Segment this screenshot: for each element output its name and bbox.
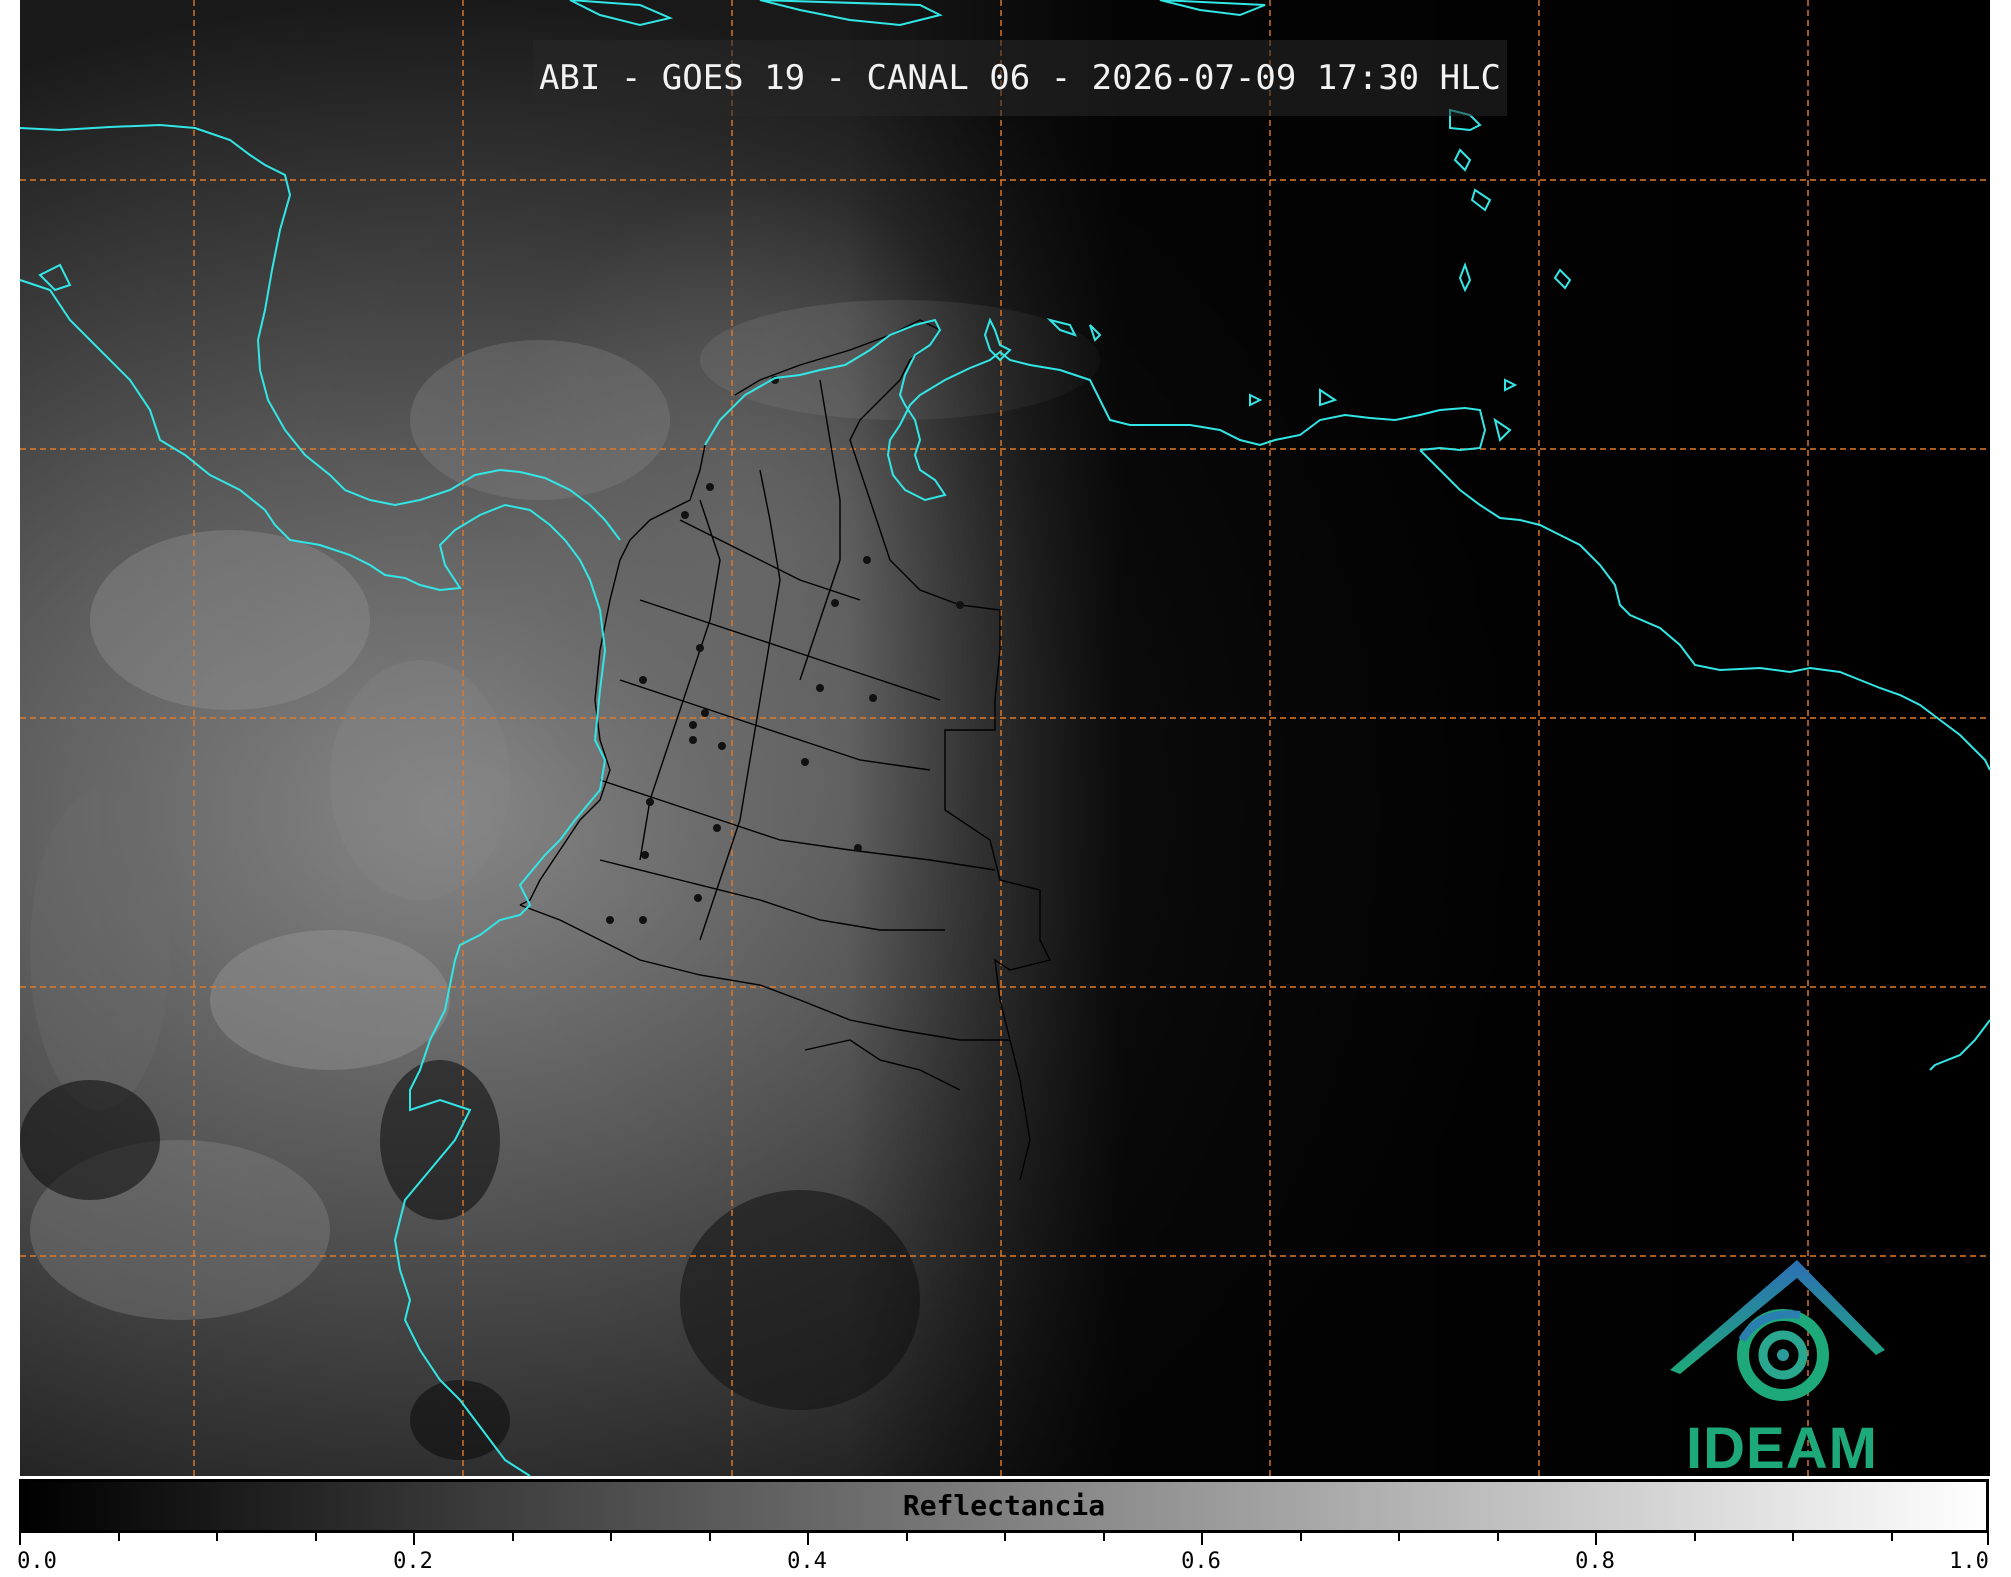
ideam-logo-text: IDEAM (1686, 1416, 1878, 1481)
colorbar-tick-label: 0.0 (17, 1549, 57, 1574)
colorbar-ticks: 0.0 0.2 0.4 0.6 0.8 1.0 (17, 1533, 1989, 1577)
colorbar-tick-label: 0.6 (1181, 1549, 1221, 1574)
colorbar-minor-tick (1693, 1533, 1696, 1541)
colorbar-minor-tick (314, 1533, 317, 1541)
colorbar-minor-tick (1792, 1533, 1794, 1541)
colorbar-minor-tick (1398, 1533, 1400, 1541)
colorbar-minor-tick (1102, 1533, 1105, 1541)
colorbar-minor-tick (610, 1533, 612, 1541)
colorbar-tick-label: 0.8 (1575, 1549, 1615, 1574)
colorbar-minor-tick (905, 1533, 908, 1541)
colorbar-minor-tick (1496, 1533, 1499, 1541)
colorbar-tick-label: 0.4 (787, 1549, 827, 1574)
colorbar-major-tick (19, 1533, 21, 1545)
colorbar-major-tick (413, 1533, 415, 1545)
colorbar-tick-label: 1.0 (1949, 1549, 1989, 1574)
colorbar-minor-tick (511, 1533, 514, 1541)
colorbar-label: Reflectancia (902, 1489, 1106, 1522)
colorbar-major-tick (1595, 1533, 1597, 1545)
colorbar-minor-tick (708, 1533, 711, 1541)
image-title: ABI - GOES 19 - CANAL 06 - 2026-07-09 17… (538, 58, 1502, 98)
colorbar-major-tick (807, 1533, 809, 1545)
colorbar-major-tick (1201, 1533, 1203, 1545)
colorbar-minor-tick (1004, 1533, 1006, 1541)
reflectance-colorbar: Reflectancia (19, 1479, 1989, 1533)
colorbar-minor-tick (1890, 1533, 1893, 1541)
colorbar-major-tick (1987, 1533, 1989, 1545)
colorbar-tick-label: 0.2 (393, 1549, 433, 1574)
night-side-shade (20, 0, 1990, 1476)
colorbar-minor-tick (117, 1533, 120, 1541)
satellite-map (19, 0, 1991, 1477)
colorbar-minor-tick (216, 1533, 218, 1541)
colorbar-minor-tick (1299, 1533, 1302, 1541)
